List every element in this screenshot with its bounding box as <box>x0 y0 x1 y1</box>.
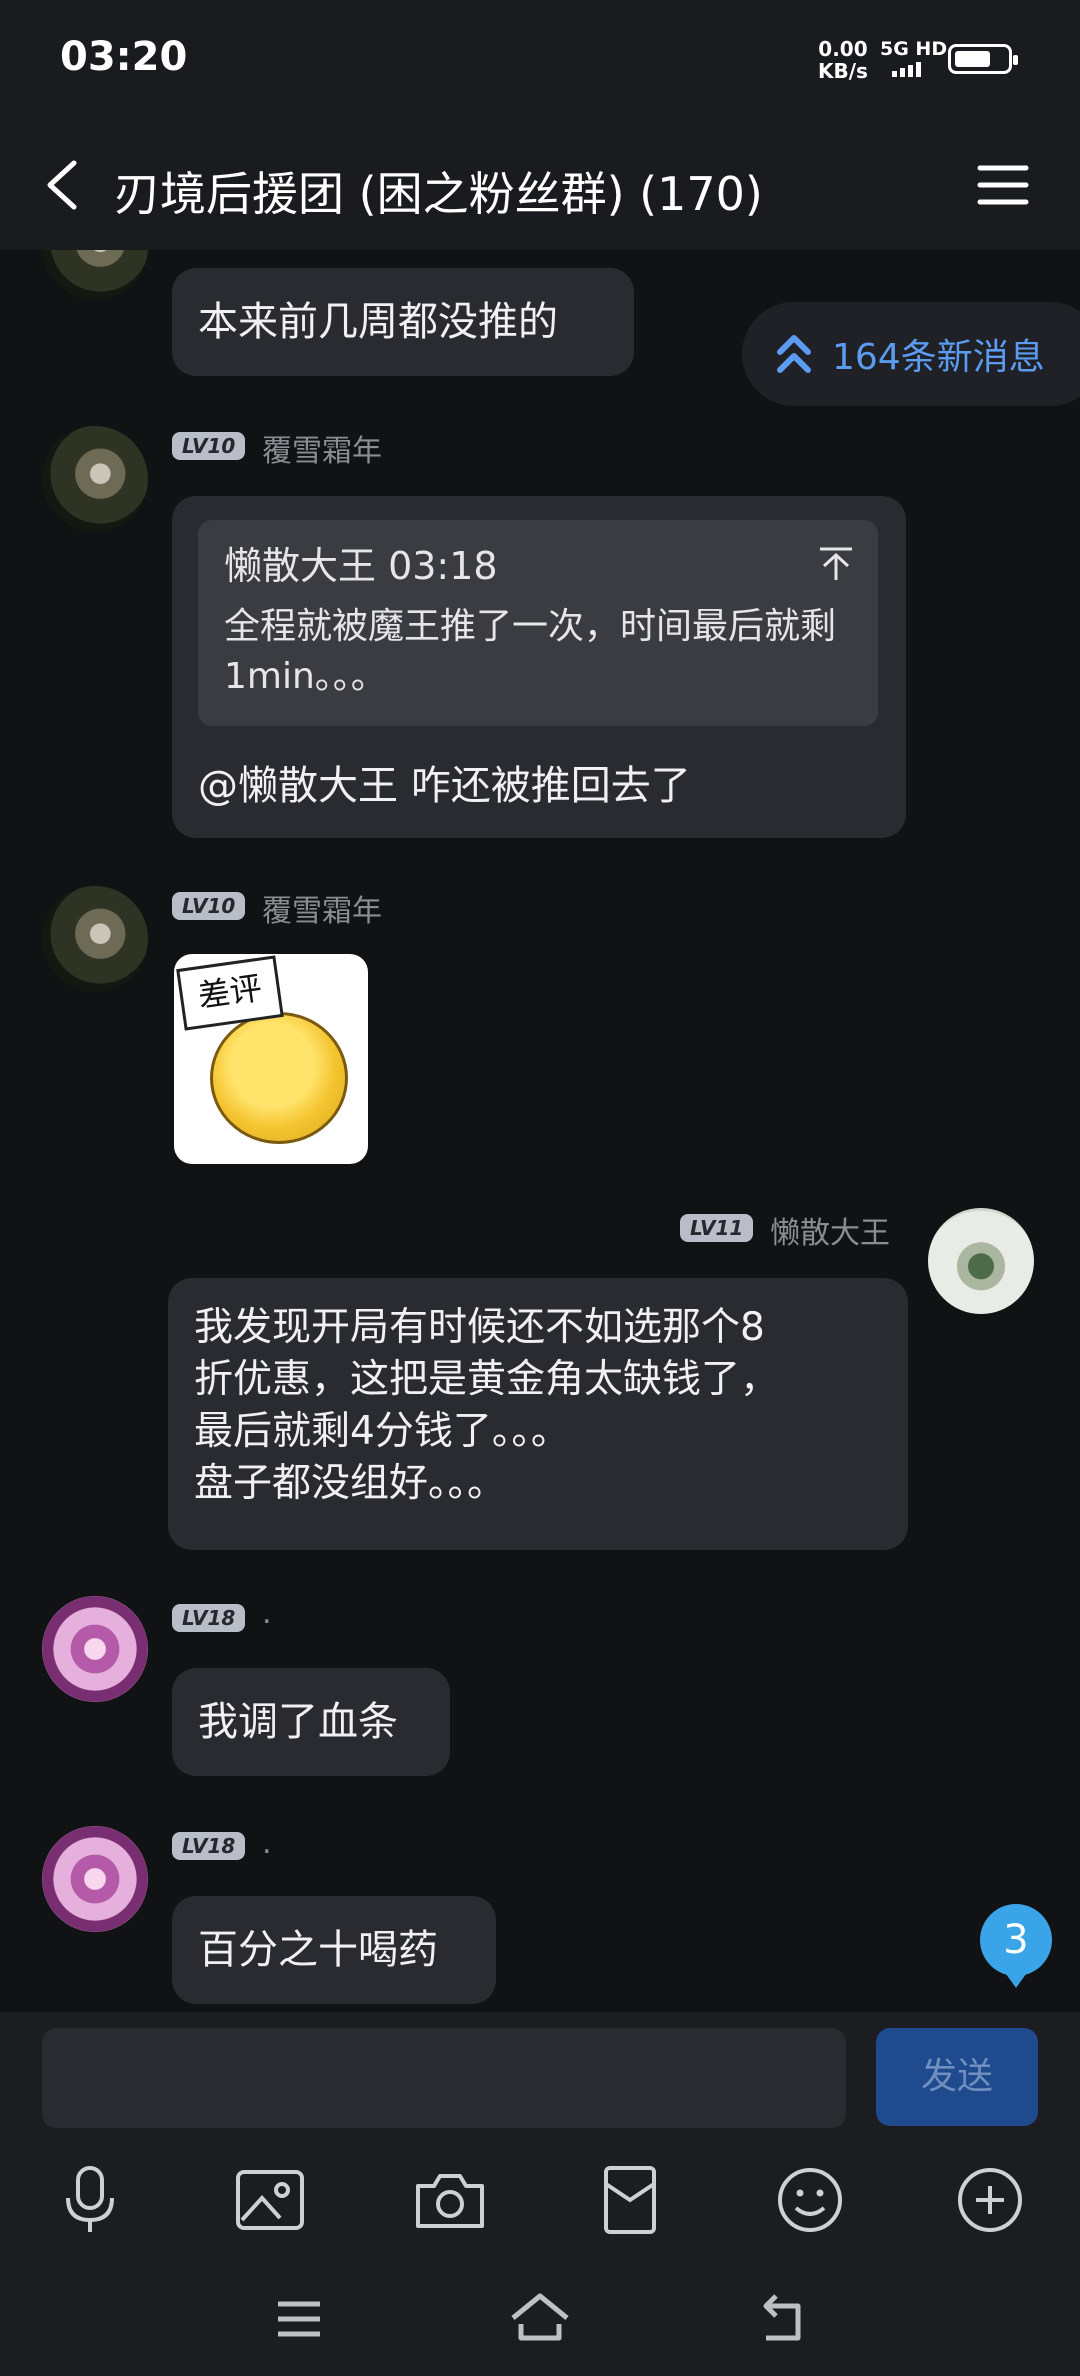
avatar[interactable] <box>42 426 148 532</box>
new-messages-label: 164条新消息 <box>832 337 1045 378</box>
sender-name: 覆雪霜年 <box>262 434 382 469</box>
signal-icon <box>892 62 921 77</box>
chat-title: 刃境后援团 (困之粉丝群) (170) <box>114 167 763 221</box>
chat-header: 刃境后援团 (困之粉丝群) (170) <box>0 120 1080 250</box>
quote-author-time: 懒散大王 03:18 <box>224 544 498 588</box>
home-icon[interactable] <box>505 2284 575 2354</box>
message-bubble[interactable]: 我发现开局有时候还不如选那个8 折优惠，这把是黄金角太缺钱了， 最后就剩4分钱了… <box>168 1278 908 1550</box>
sticker-image[interactable]: 差评 <box>174 954 368 1164</box>
message-bubble[interactable]: 懒散大王 03:18 全程就被魔王推了一次，时间最后就剩1min。。。 @懒散大… <box>172 496 906 838</box>
message-bubble[interactable]: 百分之十喝药 <box>172 1896 496 2004</box>
message-input[interactable] <box>42 2028 846 2128</box>
signal-label: 5G HD <box>880 38 948 60</box>
quoted-message[interactable]: 懒散大王 03:18 全程就被魔王推了一次，时间最后就剩1min。。。 <box>198 520 878 726</box>
level-badge: LV18 <box>172 1604 246 1632</box>
level-badge: LV11 <box>680 1214 754 1242</box>
jump-to-top-icon[interactable] <box>816 544 856 584</box>
emoji-icon[interactable] <box>770 2160 850 2240</box>
sender-name: . <box>262 1826 272 1861</box>
avatar[interactable] <box>42 886 148 992</box>
sender-name: . <box>262 1596 272 1631</box>
avatar[interactable] <box>928 1208 1034 1314</box>
avatar[interactable] <box>42 1826 148 1932</box>
red-packet-icon[interactable] <box>590 2160 670 2240</box>
unread-count-badge[interactable]: 3 <box>980 1904 1052 1988</box>
camera-icon[interactable] <box>410 2160 490 2240</box>
hamburger-menu-icon[interactable] <box>976 158 1030 212</box>
level-badge: LV10 <box>172 432 246 460</box>
clock: 03:20 <box>60 34 188 80</box>
sender-name: 覆雪霜年 <box>262 894 382 929</box>
plus-icon[interactable] <box>950 2160 1030 2240</box>
composer-toolbar <box>0 2160 1080 2260</box>
battery-icon <box>948 44 1018 74</box>
message-bubble[interactable]: 我调了血条 <box>172 1668 450 1776</box>
message-bubble[interactable]: 本来前几周都没推的 <box>172 268 634 376</box>
smiley-face <box>210 1012 348 1144</box>
sender-name: 懒散大王 <box>770 1216 890 1251</box>
message-text: @懒散大王 咋还被推回去了 <box>198 763 691 809</box>
network-speed: 0.00 KB/s <box>818 37 868 83</box>
menu-icon[interactable] <box>264 2284 334 2354</box>
double-chevron-up-icon <box>777 335 811 373</box>
back-icon[interactable] <box>746 2284 816 2354</box>
system-nav-bar <box>0 2262 1080 2376</box>
image-icon[interactable] <box>230 2160 310 2240</box>
level-badge: LV10 <box>172 892 246 920</box>
new-messages-button[interactable]: 164条新消息 <box>742 302 1080 406</box>
status-bar: 03:20 0.00 KB/s 5G HD <box>0 0 1080 120</box>
quote-text: 全程就被魔王推了一次，时间最后就剩1min。。。 <box>224 606 837 697</box>
avatar[interactable] <box>42 250 148 300</box>
back-arrow-icon[interactable] <box>36 155 96 215</box>
send-button[interactable]: 发送 <box>876 2028 1038 2126</box>
avatar[interactable] <box>42 1596 148 1702</box>
chat-messages[interactable]: 本来前几周都没推的 164条新消息 LV10 覆雪霜年 懒散大王 03:18 全… <box>0 250 1080 2012</box>
level-badge: LV18 <box>172 1832 246 1860</box>
microphone-icon[interactable] <box>50 2160 130 2240</box>
